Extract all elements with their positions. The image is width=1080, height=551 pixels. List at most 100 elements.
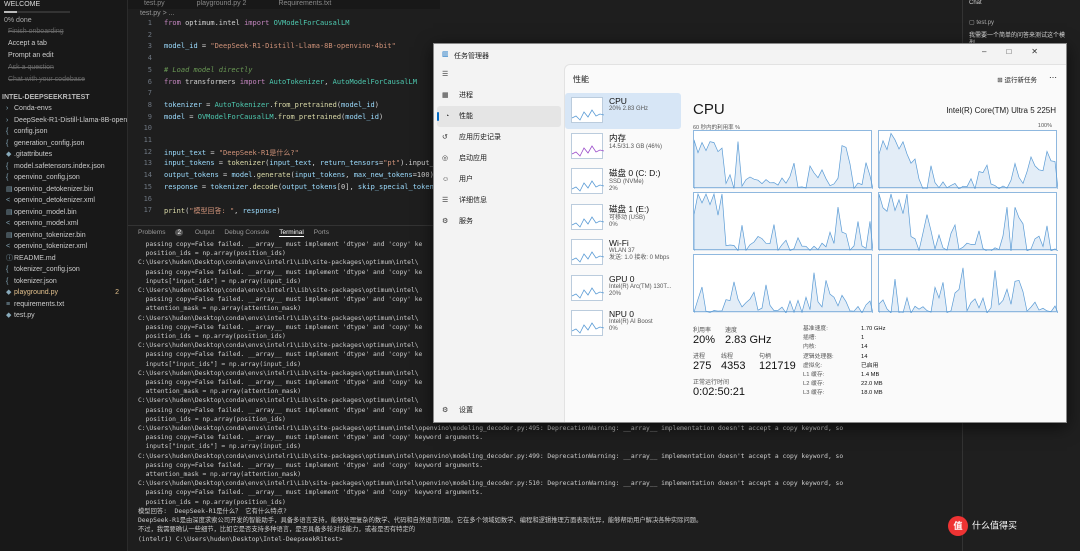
hamburger-menu-icon[interactable]: ☰ bbox=[434, 64, 564, 85]
file-item[interactable]: › Conda-envs bbox=[0, 103, 127, 115]
file-name: DeepSeek-R1-Distill-Llama-8B-open... bbox=[14, 116, 128, 124]
code-line[interactable]: model = OVModelForCausalLM.from_pretrain… bbox=[164, 113, 383, 121]
file-item[interactable]: ≡ requirements.txt bbox=[0, 299, 127, 311]
file-name: Conda-envs bbox=[14, 105, 52, 112]
code-line[interactable]: from optimum.intel import OVModelForCaus… bbox=[164, 19, 349, 27]
code-line[interactable]: from transformers import AutoTokenizer, … bbox=[164, 78, 417, 86]
editor-tab[interactable]: Requirements.txt bbox=[262, 0, 347, 7]
resource-sub1: 14.5/31.3 GB (46%) bbox=[609, 143, 663, 150]
file-item[interactable]: ⓘREADME.md bbox=[0, 253, 127, 265]
panel-title: 性能 bbox=[573, 75, 589, 84]
walkthrough-item[interactable]: Finish onboarding bbox=[0, 26, 127, 38]
json-file-icon: { bbox=[6, 277, 9, 285]
taskmgr-nav: ☰ ▦ 进程 ◔ 性能 ↺ 应用历史记录 ◎ 启动应用 ☺ 用户 ☰ 详细信息 ⚙ 服务 ⚙ 设置 bbox=[434, 64, 564, 422]
nav-item[interactable]: ▦ 进程 bbox=[434, 85, 564, 106]
file-item[interactable]: ◆ test.py bbox=[0, 310, 127, 322]
editor-tab[interactable]: playground.py 2 bbox=[181, 0, 263, 7]
py-file-icon: ◆ bbox=[6, 312, 12, 319]
editor-tab[interactable]: test.py bbox=[128, 0, 181, 7]
walkthrough-item[interactable]: Accept a tab bbox=[0, 38, 127, 50]
walkthrough-item[interactable]: Chat with your codebase bbox=[0, 74, 127, 86]
code-line[interactable]: # Load model directly bbox=[164, 66, 253, 74]
gear-icon: ⚙ bbox=[442, 407, 449, 414]
panel-tab-debug-console[interactable]: Debug Console bbox=[224, 229, 269, 236]
nav-item[interactable]: ☰ 详细信息 bbox=[434, 190, 564, 211]
cpu-detail: CPU Intel(R) Core(TM) Ultra 5 225H 60 秒内… bbox=[689, 93, 1064, 422]
resource-sub1: SSD (NVMe) bbox=[609, 179, 644, 185]
file-item[interactable]: ▤openvino_model.bin bbox=[0, 207, 127, 219]
resource-sub2: 发送: 1.0 接收: 0 Mbps bbox=[609, 255, 670, 261]
spec-key: 插槽: bbox=[803, 335, 817, 342]
chat-file-chip[interactable]: ▢ test.py bbox=[969, 19, 1074, 26]
git-file-icon: ◆ bbox=[6, 151, 12, 158]
file-item[interactable]: {config.json bbox=[0, 126, 127, 138]
line-number: 8 bbox=[147, 100, 152, 109]
core-graph bbox=[878, 192, 1059, 252]
terminal-line: 不过，我需要确认一些细节，比如它是否支持多种语言，是否具备多轮对话能力，或者是否… bbox=[138, 526, 416, 534]
window-controls[interactable]: –□✕ bbox=[982, 47, 1058, 56]
code-line[interactable]: input_tokens = tokenizer(input_text, ret… bbox=[164, 159, 438, 167]
file-item[interactable]: {tokenizer.json bbox=[0, 276, 127, 288]
file-item[interactable]: ▤openvino_detokenizer.bin bbox=[0, 184, 127, 196]
panel-tab-problems[interactable]: Problems bbox=[138, 229, 165, 236]
nav-item[interactable]: ☺ 用户 bbox=[434, 169, 564, 190]
file-name: openvino_tokenizer.bin bbox=[14, 231, 86, 239]
walkthrough-item[interactable]: Ask a question bbox=[0, 62, 127, 74]
code-line[interactable]: tokenizer = AutoTokenizer.from_pretraine… bbox=[164, 101, 379, 109]
file-name: openvino_config.json bbox=[14, 174, 80, 181]
resource-item[interactable]: 内存 14.5/31.3 GB (46%) bbox=[565, 129, 681, 165]
code-line[interactable]: input_text = "DeepSeek-R1是什么?" bbox=[164, 148, 299, 158]
file-name: openvino_tokenizer.xml bbox=[14, 243, 88, 250]
code-editor[interactable]: 1 from optimum.intel import OVModelForCau… bbox=[128, 18, 440, 224]
nav-item[interactable]: ↺ 应用历史记录 bbox=[434, 127, 564, 148]
file-item[interactable]: {tokenizer_config.json bbox=[0, 264, 127, 276]
file-item[interactable]: {generation_config.json bbox=[0, 138, 127, 150]
terminal-line: passing copy=False failed. __array__ mus… bbox=[138, 461, 483, 469]
nav-item[interactable]: ⚙ 服务 bbox=[434, 211, 564, 232]
code-line[interactable]: print("模型回答: ", response) bbox=[164, 206, 281, 216]
file-item[interactable]: {model.safetensors.index.json bbox=[0, 161, 127, 173]
code-line[interactable]: output_tokens = model.generate(input_tok… bbox=[164, 171, 434, 179]
json-file-icon: { bbox=[6, 266, 9, 273]
spec-key: 内核: bbox=[803, 344, 817, 351]
panel-tab-ports[interactable]: Ports bbox=[314, 229, 329, 236]
code-line[interactable]: model_id = "DeepSeek-R1-Distill-Llama-8B… bbox=[164, 42, 396, 50]
file-item[interactable]: ▤openvino_tokenizer.bin bbox=[0, 230, 127, 242]
resource-item[interactable]: NPU 0 Intel(R) AI Boost 0% bbox=[565, 306, 681, 342]
file-item[interactable]: ◆ .gitattributes bbox=[0, 149, 127, 161]
code-line[interactable]: response = tokenizer.decode(output_token… bbox=[164, 183, 434, 191]
panel-tab-output[interactable]: Output bbox=[195, 229, 215, 236]
terminal-line: inputs["input_ids"] = np.array(input_ids… bbox=[138, 443, 302, 451]
project-root[interactable]: INTEL-DEEPSEEKR1TEST bbox=[0, 92, 127, 103]
utilization-label: 利用率 bbox=[693, 328, 712, 334]
file-name: generation_config.json bbox=[14, 139, 85, 147]
panel-tab-terminal[interactable]: Terminal bbox=[279, 229, 304, 237]
more-options-icon[interactable]: ⋯ bbox=[1049, 73, 1057, 82]
resource-item[interactable]: 磁盘 0 (C: D:) SSD (NVMe) 2% bbox=[565, 164, 681, 200]
file-item[interactable]: ◆ playground.py 2 bbox=[0, 287, 127, 299]
nav-item[interactable]: ◔ 性能 bbox=[437, 106, 561, 127]
file-item[interactable]: < openvino_detokenizer.xml bbox=[0, 195, 127, 207]
walkthrough-item[interactable]: Prompt an edit bbox=[0, 50, 127, 62]
line-number: 11 bbox=[143, 136, 152, 144]
resource-thumbnail bbox=[571, 203, 605, 230]
line-number: 14 bbox=[143, 171, 152, 180]
file-item[interactable]: {openvino_config.json bbox=[0, 172, 127, 184]
nav-item[interactable]: ◎ 启动应用 bbox=[434, 148, 564, 169]
file-item[interactable]: < openvino_model.xml bbox=[0, 218, 127, 230]
resource-item[interactable]: CPU 20% 2.83 GHz bbox=[565, 93, 681, 129]
file-name: openvino_detokenizer.bin bbox=[14, 185, 94, 193]
cpu-title: CPU bbox=[693, 101, 725, 118]
run-new-task-button[interactable]: ⊞ 运行新任务 bbox=[997, 74, 1037, 84]
file-item[interactable]: < openvino_tokenizer.xml bbox=[0, 241, 127, 253]
nav-item-label: 启动应用 bbox=[459, 155, 487, 162]
file-item[interactable]: › DeepSeek-R1-Distill-Llama-8B-open... bbox=[0, 115, 127, 127]
resource-item[interactable]: 磁盘 1 (E:) 可移动 (USB) 0% bbox=[565, 200, 681, 236]
file-file-icon: ▤ bbox=[6, 185, 13, 193]
breadcrumb[interactable]: test.py > ... bbox=[140, 10, 174, 17]
line-number: 4 bbox=[147, 54, 152, 63]
nav-settings[interactable]: ⚙ 设置 bbox=[434, 400, 564, 421]
resource-item[interactable]: GPU 0 Intel(R) Arc(TM) 130T... 20% bbox=[565, 271, 681, 307]
resource-item[interactable]: Wi-Fi WLAN 37 发送: 1.0 接收: 0 Mbps bbox=[565, 235, 681, 271]
graph-max: 100% bbox=[1037, 123, 1052, 129]
